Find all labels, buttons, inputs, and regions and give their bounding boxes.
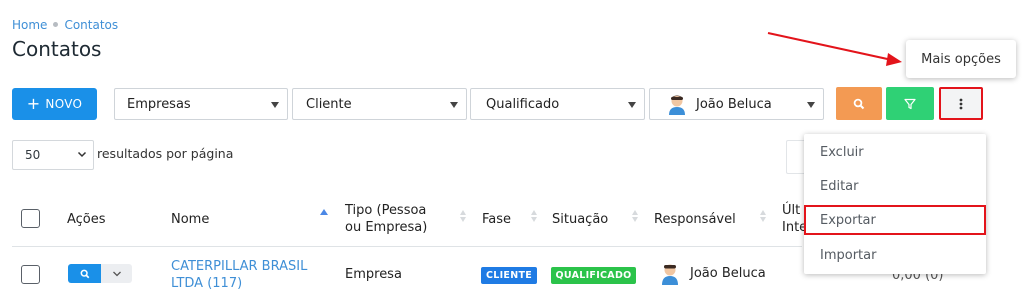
header-fase[interactable]: Fase: [482, 212, 511, 227]
more-options-menu: Excluir Editar Exportar Importar: [804, 134, 986, 274]
menu-item-editar[interactable]: Editar: [804, 171, 986, 201]
filter-client[interactable]: Cliente: [292, 88, 467, 120]
filter-button[interactable]: [886, 87, 934, 120]
caret-down-icon: [450, 102, 458, 108]
filter-status[interactable]: Qualificado: [470, 88, 645, 120]
more-vertical-icon: [959, 98, 963, 109]
header-tipo[interactable]: Tipo (Pessoa ou Empresa): [345, 202, 427, 236]
search-icon: [853, 98, 865, 109]
sort-asc-icon[interactable]: [320, 209, 328, 215]
caret-down-icon: [271, 102, 279, 108]
filter-responsible[interactable]: João Beluca: [649, 88, 824, 120]
search-button[interactable]: [836, 87, 882, 120]
search-icon: [80, 269, 89, 278]
caret-down-icon: [628, 102, 636, 108]
header-situacao[interactable]: Situação: [552, 212, 608, 227]
sort-icon[interactable]: [760, 210, 768, 222]
row-view-button[interactable]: [68, 264, 101, 283]
chevron-down-icon: [77, 149, 87, 162]
breadcrumb: Home Contatos: [12, 18, 118, 32]
status-badge: QUALIFICADO: [551, 267, 636, 284]
breadcrumb-separator: [53, 22, 59, 27]
filter-status-value: Qualificado: [486, 96, 560, 112]
header-responsavel[interactable]: Responsável: [654, 212, 736, 227]
chevron-down-icon: [112, 271, 121, 276]
header-tipo-line2: ou Empresa): [345, 220, 428, 235]
contact-name-line2: LTDA (117): [171, 276, 243, 289]
table-header-divider: [12, 246, 802, 247]
user-avatar-icon: [662, 264, 678, 285]
filter-icon: [904, 98, 916, 109]
filter-company-type[interactable]: Empresas: [114, 88, 288, 120]
select-all-checkbox[interactable]: [21, 209, 40, 228]
new-contact-button[interactable]: + NOVO: [12, 88, 97, 120]
plus-icon: +: [26, 94, 41, 113]
menu-item-excluir[interactable]: Excluir: [804, 137, 986, 167]
user-avatar-icon: [669, 95, 685, 115]
filter-responsible-value: João Beluca: [696, 96, 772, 112]
filter-client-value: Cliente: [306, 96, 352, 112]
more-options-tooltip: Mais opções: [906, 40, 1016, 78]
header-nome[interactable]: Nome: [171, 212, 209, 227]
per-page-value: 50: [25, 148, 41, 162]
breadcrumb-home[interactable]: Home: [12, 18, 47, 32]
sort-icon[interactable]: [531, 210, 539, 222]
more-options-button[interactable]: [939, 87, 983, 120]
filter-company-type-value: Empresas: [127, 96, 191, 112]
page-title: Contatos: [12, 37, 102, 61]
sort-icon[interactable]: [632, 210, 640, 222]
contact-name-link[interactable]: CATERPILLAR BRASIL LTDA (117): [171, 258, 321, 289]
per-page-select[interactable]: 50: [12, 140, 94, 170]
cell-responsavel: João Beluca: [690, 266, 766, 281]
sort-icon[interactable]: [460, 210, 468, 222]
header-acoes: Ações: [67, 212, 106, 227]
caret-down-icon: [807, 102, 815, 108]
row-actions-dropdown[interactable]: [101, 264, 132, 283]
contact-name-line1: CATERPILLAR BRASIL: [171, 259, 308, 274]
menu-item-importar[interactable]: Importar: [804, 240, 986, 270]
new-button-label: NOVO: [45, 97, 83, 111]
breadcrumb-current[interactable]: Contatos: [64, 18, 118, 32]
phase-badge: CLIENTE: [481, 267, 537, 284]
per-page-label: resultados por página: [97, 146, 234, 161]
menu-item-exportar[interactable]: Exportar: [804, 205, 986, 235]
cell-tipo: Empresa: [345, 267, 402, 282]
header-tipo-line1: Tipo (Pessoa: [345, 203, 427, 218]
row-checkbox[interactable]: [21, 265, 40, 284]
